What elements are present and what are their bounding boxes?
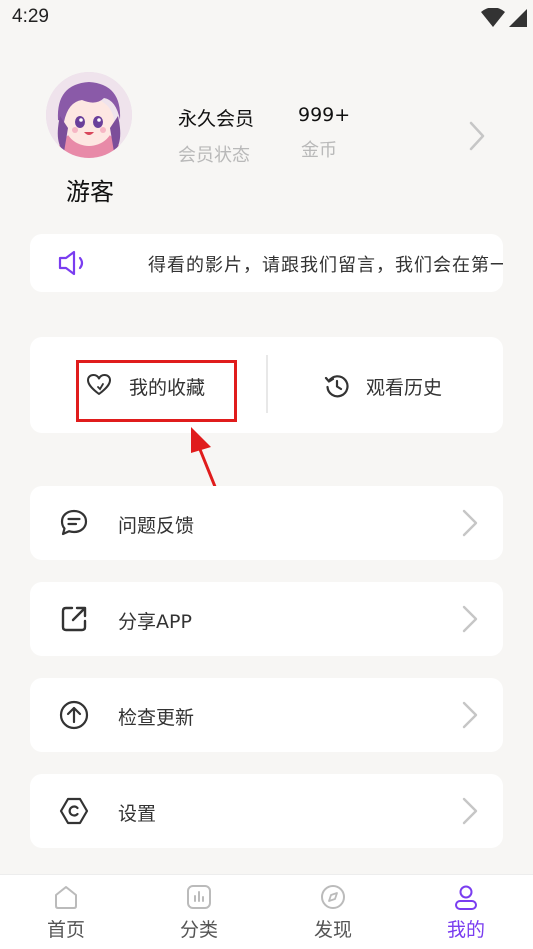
menu-item-settings[interactable]: 设置 bbox=[30, 774, 503, 848]
speaker-icon bbox=[58, 250, 84, 276]
username: 游客 bbox=[66, 178, 114, 206]
menu-item-share[interactable]: 分享APP bbox=[30, 582, 503, 656]
home-icon bbox=[55, 886, 77, 909]
wifi-icon bbox=[481, 8, 505, 27]
membership-value: 永久会员 bbox=[178, 108, 255, 130]
tab-discover[interactable]: 发现 bbox=[293, 883, 373, 942]
bottom-tab-bar: 首页 分类 发现 我的 bbox=[0, 874, 533, 949]
quick-actions-divider bbox=[266, 355, 268, 413]
tab-home[interactable]: 首页 bbox=[26, 883, 106, 942]
share-icon bbox=[61, 606, 87, 632]
menu-label-share: 分享APP bbox=[118, 611, 192, 633]
update-icon bbox=[59, 700, 89, 730]
announcement-bar[interactable]: 得看的影片，请跟我们留言，我们会在第一 bbox=[30, 234, 503, 292]
profile-header: 游客 永久会员 会员状态 999+ 金币 bbox=[0, 60, 533, 220]
coins-stat[interactable]: 999+ 金币 bbox=[298, 104, 350, 162]
status-bar: 4:29 bbox=[0, 0, 533, 38]
chevron-right-icon bbox=[462, 701, 478, 729]
tab-category[interactable]: 分类 bbox=[159, 883, 239, 942]
coins-label: 金币 bbox=[301, 140, 337, 161]
compass-icon bbox=[321, 885, 345, 909]
chevron-right-icon bbox=[462, 605, 478, 633]
coins-value: 999+ bbox=[298, 104, 351, 126]
membership-label: 会员状态 bbox=[178, 145, 250, 166]
menu-label-settings: 设置 bbox=[118, 803, 157, 825]
feedback-icon bbox=[60, 509, 88, 536]
tab-label-mine: 我的 bbox=[446, 919, 485, 941]
menu-item-feedback[interactable]: 问题反馈 bbox=[30, 486, 503, 560]
menu-label-feedback: 问题反馈 bbox=[118, 515, 195, 537]
tab-label-discover: 发现 bbox=[313, 919, 352, 941]
membership-stat[interactable]: 永久会员 会员状态 bbox=[178, 104, 254, 167]
settings-icon bbox=[59, 797, 89, 825]
menu-label-update: 检查更新 bbox=[118, 707, 195, 729]
status-time: 4:29 bbox=[12, 6, 49, 27]
user-icon bbox=[455, 885, 477, 910]
history-label: 观看历史 bbox=[366, 377, 443, 399]
avatar[interactable] bbox=[46, 72, 132, 158]
tab-mine[interactable]: 我的 bbox=[426, 883, 506, 942]
chevron-right-icon bbox=[462, 797, 478, 825]
chevron-right-icon[interactable] bbox=[466, 120, 488, 152]
chevron-right-icon bbox=[462, 509, 478, 537]
tab-label-home: 首页 bbox=[46, 919, 85, 941]
announcement-text: 得看的影片，请跟我们留言，我们会在第一 bbox=[148, 255, 503, 276]
signal-icon bbox=[509, 9, 527, 27]
menu-item-update[interactable]: 检查更新 bbox=[30, 678, 503, 752]
history-icon bbox=[324, 375, 349, 398]
category-icon bbox=[187, 885, 211, 909]
tab-label-category: 分类 bbox=[179, 919, 218, 941]
highlight-annotation-box bbox=[76, 360, 237, 422]
